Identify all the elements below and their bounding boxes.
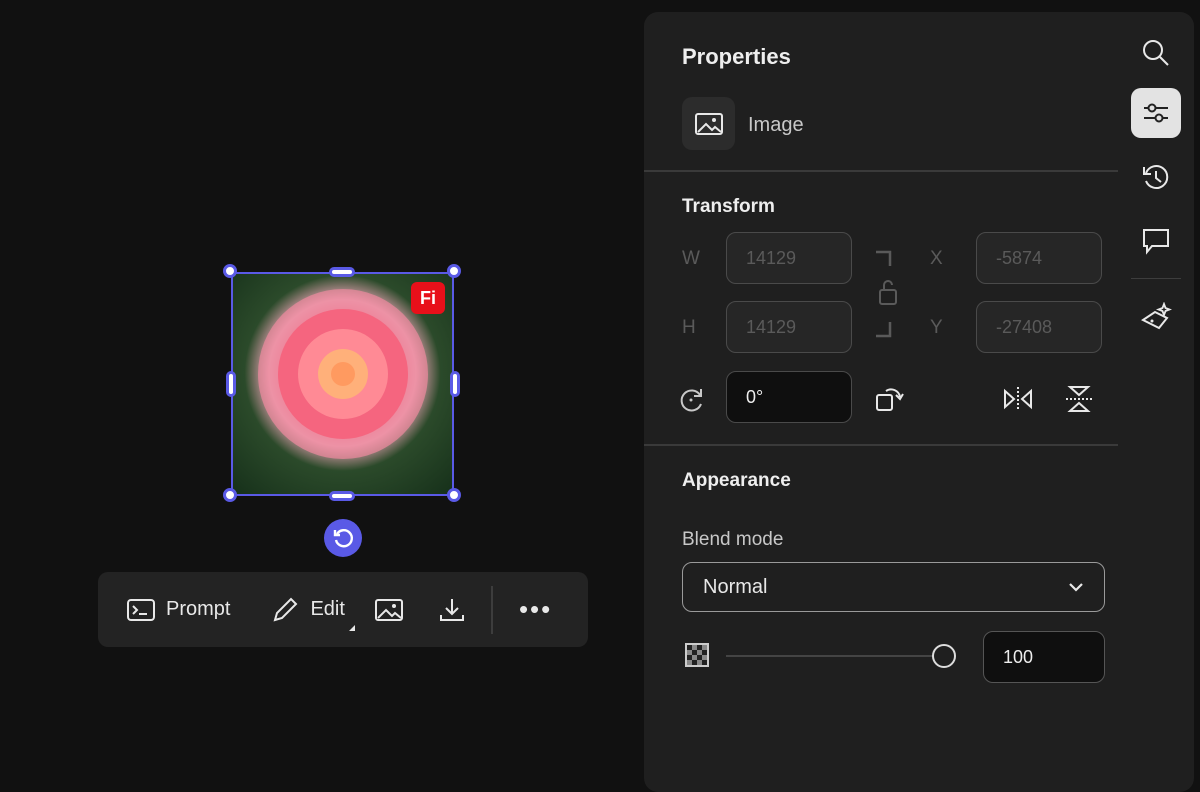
unlock-icon bbox=[876, 250, 897, 338]
height-field[interactable]: 14129 bbox=[726, 301, 852, 353]
opacity-checker-icon bbox=[685, 643, 709, 667]
constrain-proportions-toggle[interactable] bbox=[872, 248, 902, 345]
more-icon: ••• bbox=[518, 594, 553, 624]
properties-panel: Properties Image Transform W 14129 H 141… bbox=[644, 12, 1194, 792]
opacity-field[interactable]: 100 bbox=[983, 631, 1105, 683]
download-button[interactable] bbox=[439, 597, 465, 623]
resize-handle-left[interactable] bbox=[226, 371, 236, 397]
pencil-icon bbox=[274, 597, 298, 621]
magic-tag-icon[interactable] bbox=[1140, 302, 1172, 332]
resize-handle-bottom[interactable] bbox=[329, 491, 355, 501]
prompt-button[interactable]: Prompt bbox=[126, 598, 230, 622]
resize-handle-bottom-left[interactable] bbox=[223, 488, 237, 502]
rotate-icon bbox=[333, 529, 353, 548]
rotate-90-button[interactable] bbox=[874, 385, 906, 413]
chevron-down-icon bbox=[1069, 583, 1083, 592]
rail-divider bbox=[1131, 278, 1181, 279]
resize-handle-top[interactable] bbox=[329, 267, 355, 277]
x-label: X bbox=[930, 248, 943, 269]
terminal-icon bbox=[127, 598, 155, 621]
resize-handle-top-left[interactable] bbox=[223, 264, 237, 278]
transform-heading: Transform bbox=[682, 196, 775, 217]
toolbar-divider bbox=[490, 585, 493, 634]
image-icon bbox=[694, 112, 723, 135]
prompt-label: Prompt bbox=[166, 598, 231, 620]
image-button[interactable] bbox=[374, 598, 403, 622]
y-field[interactable]: -27408 bbox=[976, 301, 1102, 353]
sliders-icon bbox=[1144, 103, 1168, 123]
contextual-toolbar: Prompt Edit ••• bbox=[98, 572, 588, 647]
resize-handle-top-right[interactable] bbox=[447, 264, 461, 278]
section-divider bbox=[644, 170, 1118, 172]
x-field[interactable]: -5874 bbox=[976, 232, 1102, 284]
rotation-field[interactable]: 0° bbox=[726, 371, 852, 423]
layer-type-thumbnail bbox=[682, 97, 735, 150]
blend-mode-label: Blend mode bbox=[682, 529, 784, 550]
image-icon bbox=[374, 598, 403, 621]
y-label: Y bbox=[930, 317, 943, 338]
more-button[interactable]: ••• bbox=[519, 594, 552, 625]
width-field[interactable]: 14129 bbox=[726, 232, 852, 284]
width-label: W bbox=[682, 248, 700, 269]
appearance-heading: Appearance bbox=[682, 470, 791, 491]
opacity-slider-thumb[interactable] bbox=[932, 644, 956, 668]
rotation-icon bbox=[680, 389, 702, 412]
flip-vertical-button[interactable] bbox=[1064, 384, 1094, 414]
blend-mode-dropdown[interactable]: Normal bbox=[682, 562, 1105, 612]
rotate-handle[interactable] bbox=[324, 519, 362, 557]
firefly-badge: Fi bbox=[411, 282, 445, 314]
opacity-slider-track[interactable] bbox=[726, 655, 944, 657]
edit-button[interactable]: Edit bbox=[270, 595, 355, 631]
resize-handle-right[interactable] bbox=[450, 371, 460, 397]
properties-tab[interactable] bbox=[1131, 88, 1181, 138]
comment-icon[interactable] bbox=[1141, 226, 1171, 256]
panel-title: Properties bbox=[682, 44, 791, 69]
height-label: H bbox=[682, 317, 696, 338]
search-icon[interactable] bbox=[1141, 38, 1171, 68]
history-icon[interactable] bbox=[1141, 162, 1171, 192]
flip-horizontal-button[interactable] bbox=[1002, 385, 1034, 413]
section-divider bbox=[644, 444, 1118, 446]
resize-handle-bottom-right[interactable] bbox=[447, 488, 461, 502]
download-icon bbox=[439, 598, 464, 621]
blend-mode-value: Normal bbox=[703, 575, 768, 598]
layer-type-label: Image bbox=[748, 114, 804, 136]
edit-label: Edit bbox=[310, 598, 345, 620]
dropdown-corner-icon bbox=[348, 624, 355, 631]
